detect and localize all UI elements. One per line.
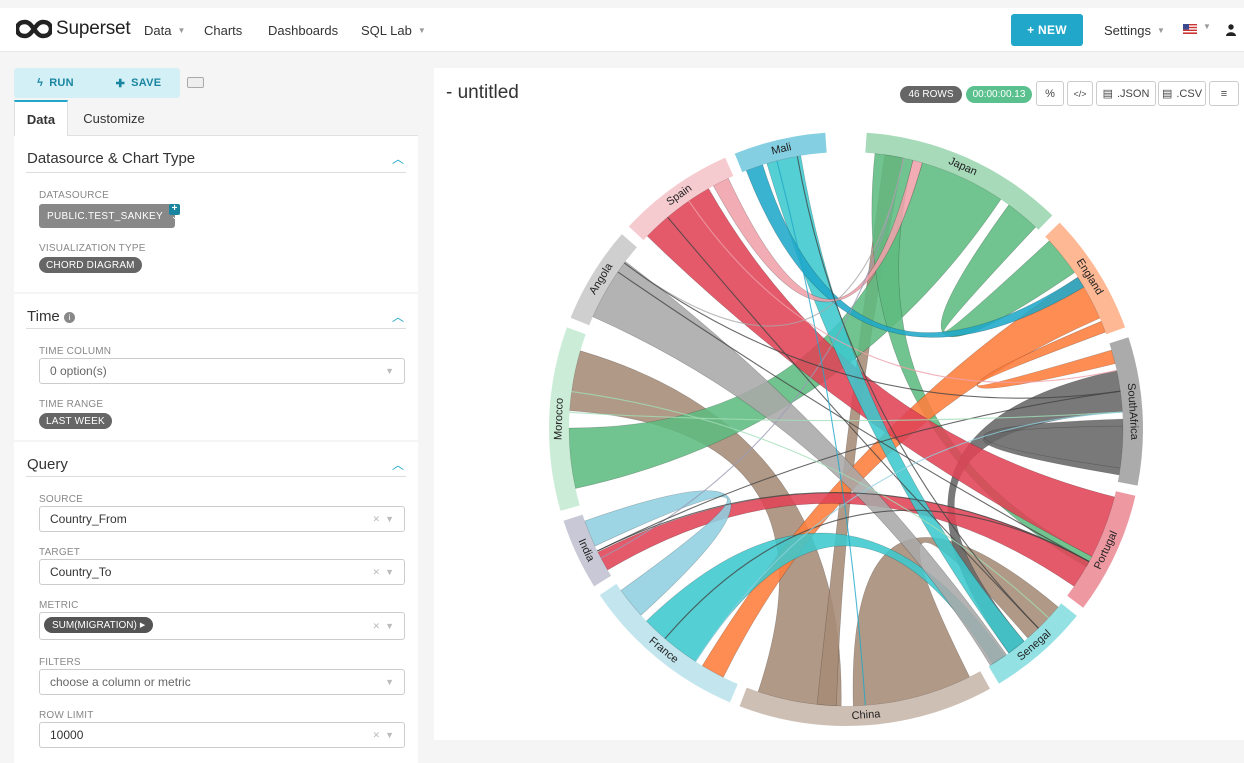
clear-and-chevron-icon[interactable]: ✕ ▼ [373, 567, 394, 578]
metric-pill[interactable]: SUM(MIGRATION) ▶ [44, 617, 154, 633]
chevron-up-icon[interactable]: ︿ [392, 308, 404, 325]
chevron-down-icon: ▼ [1156, 26, 1165, 35]
chevron-down-icon[interactable]: ▼ [1203, 22, 1211, 31]
chevron-up-icon[interactable]: ︿ [392, 456, 404, 473]
save-button[interactable]: ✚ SAVE [97, 68, 180, 98]
time-range-label: TIME RANGE [39, 399, 104, 410]
add-datasource-icon[interactable]: + [169, 204, 180, 215]
control-panel: ϟ RUN ✚ SAVE Data Customize Datasource & C… [0, 52, 426, 763]
query-section-title: Query [27, 456, 68, 473]
us-flag-icon[interactable] [1183, 24, 1197, 34]
tab-customize[interactable]: Customize [82, 100, 146, 136]
chord-group-label: China [851, 708, 881, 722]
clear-and-chevron-icon[interactable]: ✕ ▼ [373, 621, 394, 632]
row-limit-value: 10000 [50, 728, 84, 742]
time-title-text: Time [27, 308, 60, 325]
settings-label: Settings [1104, 23, 1151, 38]
time-section: Time i ︿ TIME COLUMN 0 option(s) ▼ TIME R… [14, 294, 418, 440]
tab-data[interactable]: Data [14, 100, 68, 136]
metric-select[interactable]: SUM(MIGRATION) ▶ ✕ ▼ [39, 612, 405, 640]
new-button[interactable]: + NEW [1011, 14, 1083, 46]
plus-circle-icon: ✚ [115, 77, 126, 90]
nav-sqllab-label: SQL Lab [361, 23, 412, 38]
nav-sqllab-menu[interactable]: SQL Lab ▼ [361, 23, 426, 38]
metric-value: SUM(MIGRATION) [52, 619, 137, 631]
time-column-select[interactable]: 0 option(s) ▼ [39, 358, 405, 384]
bolt-icon: ϟ [37, 77, 44, 89]
info-icon[interactable]: i [63, 312, 75, 323]
datasource-value: PUBLIC.TEST_SANKEY [47, 210, 163, 222]
row-limit-label: ROW LIMIT [39, 710, 94, 721]
viz-type-label: VISUALIZATION TYPE [39, 243, 146, 254]
chevron-down-icon: ▼ [417, 26, 426, 35]
target-value: Country_To [50, 565, 112, 579]
datasource-label: DATASOURCE [39, 190, 109, 201]
superset-logo[interactable]: Superset [16, 18, 131, 40]
superset-logo-icon [16, 19, 52, 39]
run-label: RUN [49, 77, 74, 89]
save-label: SAVE [131, 77, 162, 89]
clear-and-chevron-icon[interactable]: ✕ ▼ [373, 730, 394, 741]
nav-dashboards[interactable]: Dashboards [268, 23, 338, 38]
run-save-group: ϟ RUN ✚ SAVE [14, 68, 180, 98]
section-divider [26, 476, 406, 477]
chevron-down-icon: ▼ [385, 677, 394, 687]
metric-label: METRIC [39, 600, 79, 611]
nav-data-label: Data [144, 23, 172, 38]
chord-diagram: JapanEnglandSouthAfricaPortugalSenegalCh… [549, 132, 1143, 726]
brand-name: Superset [56, 18, 131, 39]
user-icon[interactable] [1226, 24, 1236, 36]
time-column-value: 0 option(s) [50, 364, 107, 378]
query-section: Query ︿ SOURCE Country_From ✕ ▼ TARGET Co… [14, 442, 418, 763]
caret-right-icon: ▶ [139, 622, 146, 629]
chord-group-label: Morocco [552, 398, 565, 441]
keyboard-icon[interactable] [187, 77, 204, 88]
time-column-label: TIME COLUMN [39, 346, 112, 357]
time-section-title: Time i [27, 308, 75, 325]
panel-tabs: Data Customize [14, 100, 418, 136]
chevron-down-icon: ▼ [385, 366, 394, 376]
filters-select[interactable]: choose a column or metric ▼ [39, 669, 405, 695]
target-select[interactable]: Country_To ✕ ▼ [39, 559, 405, 585]
viz-type-pill[interactable]: CHORD DIAGRAM [39, 257, 142, 273]
top-navbar: Superset Data ▼ Charts Dashboards SQL Lab… [0, 8, 1244, 52]
filters-placeholder: choose a column or metric [50, 675, 191, 689]
section-divider [26, 328, 406, 329]
nav-data-menu[interactable]: Data ▼ [144, 23, 185, 38]
clear-and-chevron-icon[interactable]: ✕ ▼ [373, 514, 394, 525]
time-range-pill[interactable]: LAST WEEK [39, 413, 112, 429]
chart-panel: - untitled 46 ROWS 00:00:00.13 % </> ▤ .J… [434, 68, 1244, 740]
row-limit-select[interactable]: 10000 ✕ ▼ [39, 722, 405, 748]
source-label: SOURCE [39, 494, 83, 505]
nav-charts[interactable]: Charts [204, 23, 242, 38]
settings-menu[interactable]: Settings ▼ [1104, 23, 1165, 38]
datasource-section-title: Datasource & Chart Type [27, 150, 196, 167]
run-button[interactable]: ϟ RUN [14, 68, 97, 98]
section-divider [26, 172, 406, 173]
chevron-up-icon[interactable]: ︿ [392, 150, 404, 167]
chevron-down-icon: ▼ [177, 26, 186, 35]
target-label: TARGET [39, 547, 81, 558]
source-select[interactable]: Country_From ✕ ▼ [39, 506, 405, 532]
datasource-select[interactable]: PUBLIC.TEST_SANKEY ⌄ [39, 204, 179, 228]
datasource-section: Datasource & Chart Type ︿ DATASOURCE PUB… [14, 136, 418, 292]
source-value: Country_From [50, 512, 127, 526]
filters-label: FILTERS [39, 657, 81, 668]
